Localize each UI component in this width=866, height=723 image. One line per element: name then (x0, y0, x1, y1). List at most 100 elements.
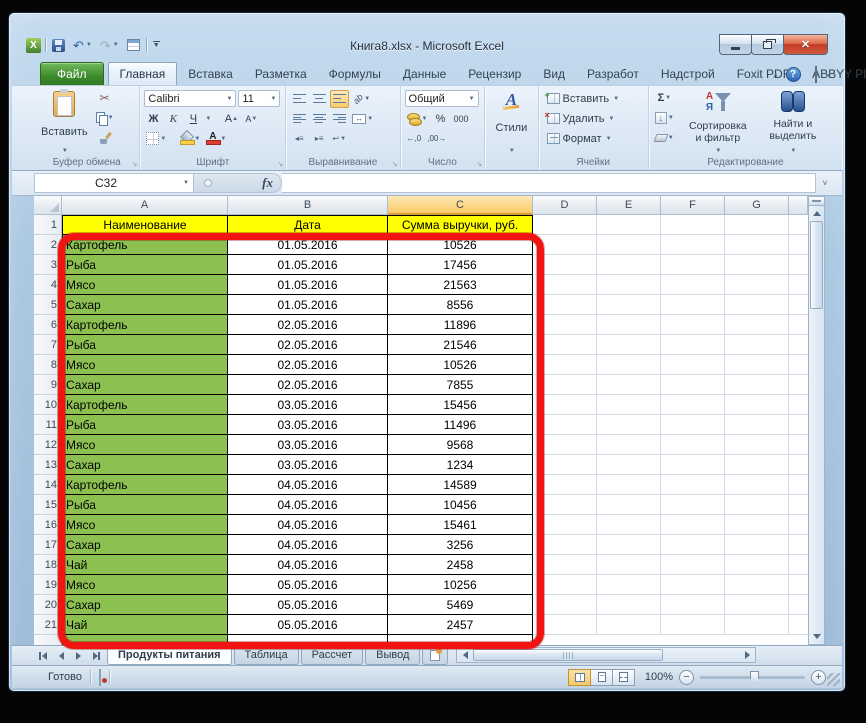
format-painter-button[interactable] (94, 129, 116, 147)
wrap-text-button[interactable]: ↩▼ (330, 130, 348, 148)
copy-button[interactable]: ▼ (94, 109, 116, 127)
accounting-format-button[interactable]: ▼ (405, 110, 430, 128)
cell-empty[interactable] (597, 595, 661, 615)
ribbon-tab[interactable]: Рецензир (457, 63, 532, 85)
cell-empty[interactable] (725, 495, 789, 515)
font-dialog-launcher[interactable]: ↘ (277, 161, 283, 168)
first-sheet-button[interactable] (36, 648, 52, 664)
styles-button[interactable]: А Стили ▼ (493, 89, 531, 156)
cell-empty[interactable] (597, 435, 661, 455)
cell-empty[interactable] (597, 575, 661, 595)
cell-empty[interactable] (725, 335, 789, 355)
cell-empty[interactable] (789, 375, 808, 395)
font-color-button[interactable]: А▼ (204, 130, 228, 148)
minimize-button[interactable] (719, 34, 752, 55)
increase-indent-button[interactable]: ▸≡ (310, 130, 328, 148)
cell-empty[interactable] (789, 535, 808, 555)
cell-empty[interactable] (597, 355, 661, 375)
orientation-button[interactable]: ab▼ (351, 90, 372, 108)
cell-empty[interactable] (533, 215, 597, 235)
column-header[interactable]: A (62, 196, 228, 215)
font-family-dropdown-icon[interactable]: ▼ (226, 96, 232, 102)
merge-center-button[interactable]: ↔▼ (350, 110, 375, 128)
cell-empty[interactable] (789, 295, 808, 315)
delete-cells-button[interactable]: Удалить▼ (547, 109, 644, 128)
cell-empty[interactable] (597, 455, 661, 475)
paste-button[interactable]: Вставить ▼ (38, 89, 91, 156)
cell-empty[interactable] (661, 275, 725, 295)
font-family-combo[interactable]: Calibri▼ (144, 90, 236, 107)
header-cell-name[interactable]: Наименование (62, 215, 228, 235)
paste-dropdown-icon[interactable]: ▼ (62, 148, 68, 154)
last-sheet-button[interactable] (87, 648, 103, 664)
sort-filter-dropdown-icon[interactable]: ▼ (715, 148, 721, 154)
bold-button[interactable]: Ж (144, 110, 162, 128)
ribbon-tab[interactable]: Разметка (244, 63, 318, 85)
cell-empty[interactable] (597, 255, 661, 275)
increase-decimal-button[interactable]: ←,0 (405, 130, 424, 148)
ribbon-tab[interactable]: Данные (392, 63, 457, 85)
cell-empty[interactable] (597, 535, 661, 555)
cell-empty[interactable] (597, 495, 661, 515)
cell-empty[interactable] (597, 295, 661, 315)
cell-empty[interactable] (661, 495, 725, 515)
cell-empty[interactable] (725, 555, 789, 575)
scroll-left-button[interactable] (457, 648, 473, 662)
cell-empty[interactable] (725, 355, 789, 375)
cell-empty[interactable] (661, 255, 725, 275)
clear-dropdown-icon[interactable]: ▼ (668, 135, 674, 141)
cell-empty[interactable] (661, 215, 725, 235)
decrease-indent-button[interactable]: ◂≡ (290, 130, 308, 148)
format-cells-dropdown-icon[interactable]: ▼ (606, 136, 612, 142)
cell-empty[interactable] (661, 355, 725, 375)
name-box-dropdown-icon[interactable]: ▼ (183, 180, 189, 186)
expand-formula-bar-button[interactable]: ˅ (816, 173, 834, 193)
cell-empty[interactable] (661, 315, 725, 335)
cell-empty[interactable] (597, 375, 661, 395)
merge-dropdown-icon[interactable]: ▼ (367, 116, 373, 122)
cell-empty[interactable] (789, 395, 808, 415)
cell-empty[interactable] (725, 515, 789, 535)
underline-dropdown-icon[interactable]: ▼ (205, 116, 211, 122)
cell-empty[interactable] (661, 395, 725, 415)
align-right-button[interactable] (330, 110, 348, 128)
workbook-restore-button[interactable] (815, 67, 817, 82)
autosum-dropdown-icon[interactable]: ▼ (665, 95, 671, 101)
cell-empty[interactable] (661, 335, 725, 355)
insert-cells-dropdown-icon[interactable]: ▼ (613, 96, 619, 102)
cell-empty[interactable] (597, 475, 661, 495)
vertical-scroll-thumb[interactable] (810, 221, 823, 309)
cell-empty[interactable] (661, 415, 725, 435)
find-select-dropdown-icon[interactable]: ▼ (790, 148, 796, 154)
cell-empty[interactable] (597, 555, 661, 575)
cell-empty[interactable] (725, 535, 789, 555)
cell-empty[interactable] (789, 335, 808, 355)
zoom-out-button[interactable]: − (679, 670, 694, 685)
autosum-button[interactable]: Σ▼ (653, 89, 676, 107)
zoom-slider-thumb[interactable] (750, 671, 759, 684)
resize-grip[interactable] (827, 673, 840, 686)
normal-view-button[interactable] (568, 669, 591, 686)
ribbon-tab[interactable]: Надстрой (650, 63, 726, 85)
cell-empty[interactable] (597, 415, 661, 435)
cell-empty[interactable] (725, 455, 789, 475)
name-box-grip[interactable] (204, 179, 212, 187)
cell-empty[interactable] (661, 615, 725, 635)
delete-cells-dropdown-icon[interactable]: ▼ (609, 116, 615, 122)
cell-empty[interactable] (725, 255, 789, 275)
cell-empty[interactable] (789, 555, 808, 575)
cell-empty[interactable] (789, 495, 808, 515)
cell-empty[interactable] (597, 395, 661, 415)
zoom-level[interactable]: 100% (641, 671, 673, 683)
close-button[interactable]: ✕ (783, 34, 828, 55)
cell-empty[interactable] (661, 235, 725, 255)
align-center-button[interactable] (310, 110, 328, 128)
next-sheet-button[interactable] (70, 648, 86, 664)
cell-empty[interactable] (725, 395, 789, 415)
cell-empty[interactable] (789, 315, 808, 335)
cell-empty[interactable] (789, 255, 808, 275)
cell-empty[interactable] (789, 415, 808, 435)
collapse-ribbon-button[interactable]: ˄ (773, 67, 779, 82)
ribbon-tab[interactable]: Главная (108, 62, 178, 85)
horizontal-scrollbar[interactable] (456, 647, 756, 663)
